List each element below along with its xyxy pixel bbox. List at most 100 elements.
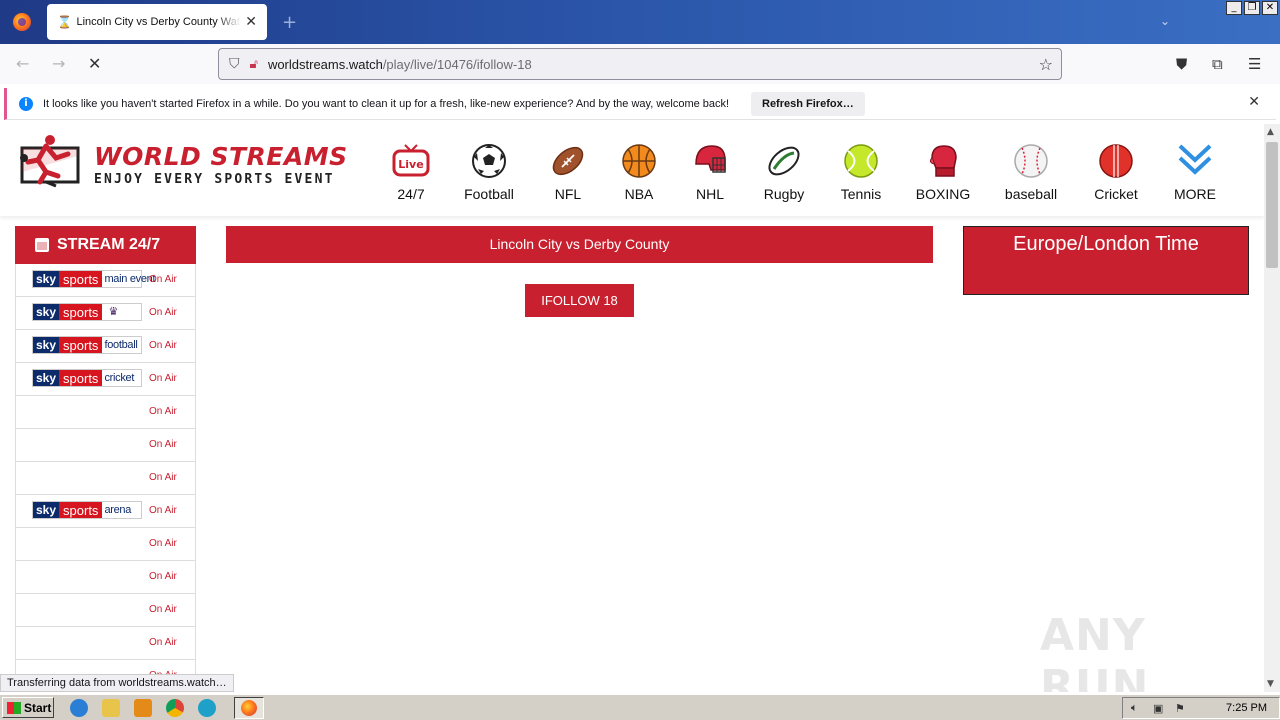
- nav-item-rugby[interactable]: Rugby: [750, 124, 818, 202]
- calendar-icon: [35, 238, 49, 252]
- tab-active[interactable]: ⌛ Lincoln City vs Derby County Watch ✕: [47, 4, 267, 40]
- back-arrow-icon[interactable]: ←: [16, 54, 29, 73]
- bookmark-star-icon[interactable]: ☆: [1039, 55, 1053, 74]
- pocket-icon[interactable]: ⛊: [1176, 55, 1187, 73]
- rugby-ball-icon: [768, 146, 800, 176]
- nav-item-cricket[interactable]: Cricket: [1080, 124, 1152, 202]
- scrollbar-thumb[interactable]: [1266, 142, 1278, 268]
- hamburger-menu-icon[interactable]: ☰: [1248, 55, 1261, 73]
- nav-item-boxing[interactable]: BOXING: [904, 124, 982, 202]
- network-icon[interactable]: ▣: [1153, 702, 1167, 715]
- on-air-status: On Air: [149, 637, 177, 648]
- channel-logo-part: cricket: [104, 372, 135, 384]
- notification-message: It looks like you haven't started Firefo…: [43, 97, 730, 110]
- channel-row[interactable]: sky sports arena On Air: [16, 495, 195, 528]
- sky-sports-logo: sky sports arena: [32, 501, 142, 519]
- channel-logo-part: sports: [59, 337, 103, 353]
- site-logo[interactable]: WORLD STREAMS ENJOY EVERY SPORTS EVENT: [16, 130, 347, 190]
- insecure-lock-icon[interactable]: 🔓︎: [250, 57, 258, 72]
- start-button[interactable]: Start: [2, 697, 54, 718]
- timezone-box: Europe/London Time: [963, 226, 1249, 295]
- chrome-icon[interactable]: [166, 699, 184, 717]
- tv-player-logo-icon: [20, 135, 80, 188]
- on-air-status: On Air: [149, 406, 177, 417]
- channel-row[interactable]: sky sports main event On Air: [16, 264, 195, 297]
- sky-sports-logo: sky sports cricket: [32, 369, 142, 387]
- on-air-status: On Air: [149, 274, 177, 285]
- firefox-taskbar-button[interactable]: [234, 697, 264, 719]
- nav-item-label: 24/7: [397, 186, 425, 202]
- premier-league-lion-icon: ♛: [108, 306, 118, 318]
- nav-item-football[interactable]: Football: [450, 124, 528, 202]
- info-icon: i: [19, 96, 33, 111]
- new-tab-button[interactable]: +: [282, 12, 297, 33]
- on-air-status: On Air: [149, 307, 177, 318]
- on-air-status: On Air: [149, 373, 177, 384]
- channel-row[interactable]: sky sports ♛ On Air: [16, 297, 195, 330]
- nav-item-nba[interactable]: NBA: [608, 124, 670, 202]
- on-air-status: On Air: [149, 538, 177, 549]
- nav-item-more[interactable]: MORE: [1152, 124, 1238, 202]
- channel-logo-part: sky: [33, 502, 60, 518]
- tab-title: Lincoln City vs Derby County Watch: [76, 16, 242, 28]
- restore-button[interactable]: ❐: [1244, 1, 1260, 15]
- channel-logo-part: arena: [104, 504, 132, 516]
- nav-item-label: MORE: [1174, 186, 1216, 202]
- nav-item-247[interactable]: Live 24/7: [372, 124, 450, 202]
- folder-icon[interactable]: [102, 699, 120, 717]
- window-controls: _ ❐ ✕: [1226, 1, 1278, 15]
- page-scrollbar[interactable]: ▲ ▼: [1264, 124, 1280, 692]
- on-air-status: On Air: [149, 571, 177, 582]
- channel-row[interactable]: On Air: [16, 429, 195, 462]
- clock: 7:25 PM: [1226, 702, 1267, 714]
- tracking-shield-icon[interactable]: ⛉: [229, 56, 240, 72]
- channel-logo-part: sports: [59, 304, 103, 320]
- window-close-button[interactable]: ✕: [1262, 1, 1278, 15]
- nav-item-baseball[interactable]: baseball: [982, 124, 1080, 202]
- notification-close-icon[interactable]: ✕: [1248, 94, 1260, 110]
- volume-icon[interactable]: 🔈︎: [1131, 702, 1145, 714]
- refresh-notification-bar: i It looks like you haven't started Fire…: [4, 88, 1276, 120]
- ie-icon[interactable]: [70, 699, 88, 717]
- channel-row[interactable]: On Air: [16, 594, 195, 627]
- channel-row[interactable]: On Air: [16, 627, 195, 660]
- logo-tagline: ENJOY EVERY SPORTS EVENT: [94, 172, 335, 187]
- channel-row[interactable]: On Air: [16, 396, 195, 429]
- windows-flag-icon: [7, 701, 21, 714]
- quick-launch: [70, 699, 216, 717]
- edge-icon[interactable]: [198, 699, 216, 717]
- media-player-icon[interactable]: [134, 699, 152, 717]
- minimize-button[interactable]: _: [1226, 1, 1242, 15]
- channel-row[interactable]: sky sports football On Air: [16, 330, 195, 363]
- channel-logo-part: sky: [33, 337, 60, 353]
- nav-item-nhl[interactable]: NHL: [670, 124, 750, 202]
- list-tabs-chevron-icon[interactable]: ⌄: [1160, 14, 1170, 28]
- stop-loading-icon[interactable]: ✕: [88, 54, 101, 73]
- url-text[interactable]: worldstreams.watch/play/live/10476/ifoll…: [268, 57, 532, 72]
- nav-item-tennis[interactable]: Tennis: [818, 124, 904, 202]
- refresh-firefox-button[interactable]: Refresh Firefox…: [751, 92, 865, 116]
- status-text: Transferring data from worldstreams.watc…: [0, 674, 234, 692]
- channel-row[interactable]: On Air: [16, 561, 195, 594]
- firefox-menu-button[interactable]: [0, 0, 44, 44]
- baseball-icon: [1014, 144, 1048, 178]
- forward-arrow-icon[interactable]: →: [52, 54, 65, 73]
- channel-row[interactable]: sky sports cricket On Air: [16, 363, 195, 396]
- sky-sports-logo: sky sports main event: [32, 270, 156, 288]
- tab-close-icon[interactable]: ✕: [245, 14, 257, 30]
- address-bar[interactable]: ⛉ 🔓︎ worldstreams.watch/play/live/10476/…: [218, 48, 1062, 80]
- on-air-status: On Air: [149, 340, 177, 351]
- channel-list: sky sports main event On Air sky sports ♛ On Ai…: [15, 264, 196, 692]
- svg-text:Live: Live: [398, 158, 423, 171]
- tab-strip: ⌛ Lincoln City vs Derby County Watch ✕ +…: [0, 0, 1280, 44]
- extensions-icon[interactable]: ⧉: [1212, 55, 1223, 73]
- on-air-status: On Air: [149, 505, 177, 516]
- channel-row[interactable]: On Air: [16, 528, 195, 561]
- flag-icon[interactable]: ⚑: [1175, 702, 1189, 715]
- ifollow-18-button[interactable]: IFOLLOW 18: [525, 284, 634, 317]
- scroll-down-icon[interactable]: ▼: [1267, 679, 1274, 689]
- scroll-up-icon[interactable]: ▲: [1267, 127, 1274, 137]
- nav-item-nfl[interactable]: NFL: [528, 124, 608, 202]
- firefox-icon: [241, 700, 257, 716]
- channel-row[interactable]: On Air: [16, 462, 195, 495]
